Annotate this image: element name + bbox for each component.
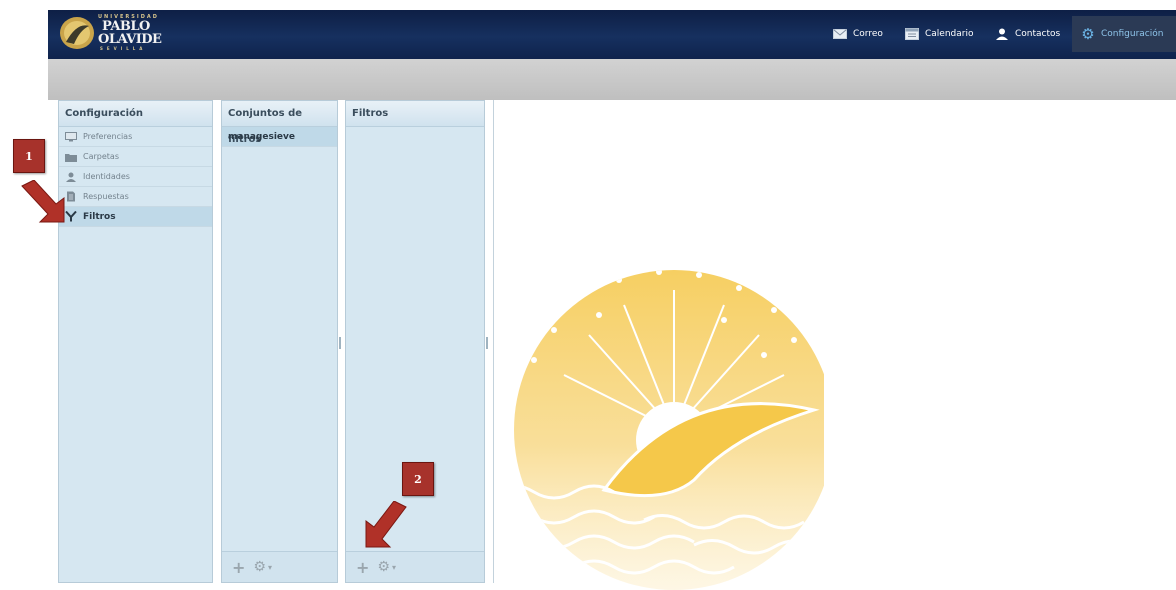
filter-actions-button[interactable]: ⚙ ▾ <box>377 559 396 575</box>
panel-title: Filtros <box>346 101 484 127</box>
plus-icon: + <box>356 557 370 577</box>
arrow-down-left-icon <box>365 501 407 548</box>
arrow-down-right-icon <box>21 180 65 223</box>
nav-contactos[interactable]: Contactos <box>995 22 1060 46</box>
content-area <box>493 100 1176 590</box>
nav-correo[interactable]: Correo <box>833 22 883 46</box>
filtersets-panel: Conjuntos de filtros managesieve + ⚙ ▾ <box>221 100 338 583</box>
nav-calendario[interactable]: Calendario <box>905 22 973 46</box>
logo-city-text: SEVILLA <box>100 46 147 51</box>
panel-title: Conjuntos de filtros <box>222 101 337 145</box>
add-filter-button[interactable]: + <box>356 558 369 577</box>
settings-item-filtros[interactable]: Filtros <box>59 207 212 227</box>
university-logo[interactable]: UNIVERSIDAD PABLO OLAVIDE SEVILLA <box>58 13 166 53</box>
person-icon <box>995 28 1009 40</box>
toolbar-strip <box>48 59 1176 100</box>
settings-item-label: Carpetas <box>83 152 119 161</box>
nav-label: Contactos <box>1015 29 1061 39</box>
settings-item-label: Respuestas <box>83 192 129 201</box>
gear-icon: ⚙ <box>377 559 390 575</box>
envelope-icon <box>833 28 847 40</box>
settings-item-label: Preferencias <box>83 132 133 141</box>
settings-panel: Configuración Preferencias Carpetas Iden… <box>58 100 213 583</box>
nav-label: Correo <box>853 29 883 39</box>
chevron-down-icon: ▾ <box>267 562 272 572</box>
nav-label: Calendario <box>925 29 974 39</box>
filters-footer: + ⚙ ▾ <box>346 551 484 582</box>
add-filterset-button[interactable]: + <box>232 558 245 577</box>
watermark-sun-icon <box>514 270 824 590</box>
settings-item-label: Filtros <box>83 211 116 222</box>
folder-icon <box>65 152 77 162</box>
annotation-badge-1: 1 <box>13 139 45 173</box>
panel-title: Configuración <box>59 101 212 127</box>
panel-splitter[interactable] <box>339 337 341 349</box>
filtersets-footer: + ⚙ ▾ <box>222 551 337 582</box>
monitor-icon <box>65 131 77 142</box>
chevron-down-icon: ▾ <box>391 562 396 572</box>
settings-item-label: Identidades <box>83 172 130 181</box>
panel-splitter[interactable] <box>486 337 488 349</box>
nav-configuracion[interactable]: ⚙ Configuración <box>1072 16 1176 52</box>
settings-item-preferencias[interactable]: Preferencias <box>59 127 212 147</box>
settings-item-identidades[interactable]: Identidades <box>59 167 212 187</box>
nav-label: Configuración <box>1101 29 1164 39</box>
annotation-badge-2: 2 <box>402 462 434 496</box>
gear-icon: ⚙ <box>1081 25 1095 43</box>
logo-emblem-icon <box>60 17 94 49</box>
settings-item-respuestas[interactable]: Respuestas <box>59 187 212 207</box>
filterset-item-label: managesieve <box>228 131 295 142</box>
filterset-actions-button[interactable]: ⚙ ▾ <box>253 559 272 575</box>
gear-icon: ⚙ <box>253 559 266 575</box>
plus-icon: + <box>232 557 246 577</box>
logo-name-line2: OLAVIDE <box>98 32 162 47</box>
settings-item-carpetas[interactable]: Carpetas <box>59 147 212 167</box>
calendar-icon <box>905 28 919 40</box>
